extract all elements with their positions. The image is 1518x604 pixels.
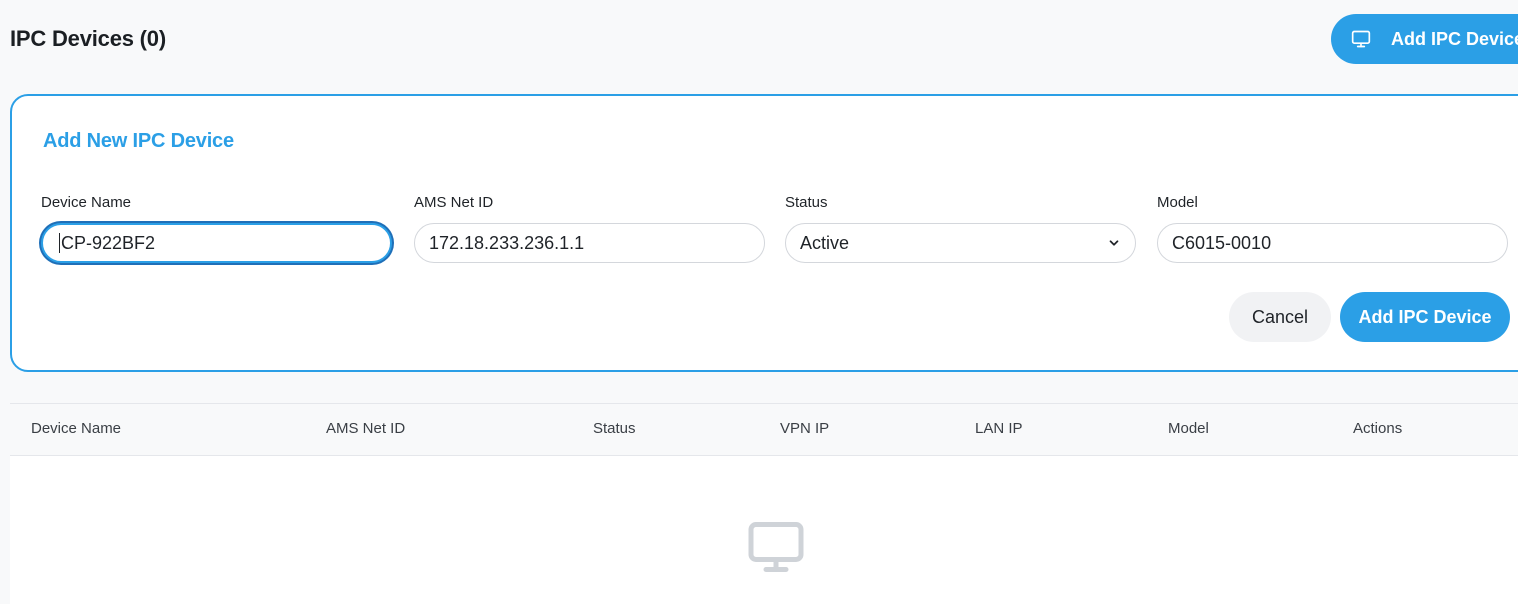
form-title: Add New IPC Device [43, 130, 234, 152]
ams-net-id-field: AMS Net ID 172.18.233.236.1.1 [414, 194, 765, 263]
model-field: Model C6015-0010 [1157, 194, 1508, 263]
monitor-icon [746, 517, 806, 577]
ams-net-id-value: 172.18.233.236.1.1 [429, 232, 585, 253]
add-ipc-device-header-button[interactable]: Add IPC Device [1331, 14, 1518, 64]
cancel-button[interactable]: Cancel [1229, 292, 1331, 342]
status-select[interactable]: Active [785, 223, 1136, 263]
column-header-model: Model [1168, 420, 1209, 437]
device-name-field: Device Name CP-922BF2 [41, 194, 392, 263]
chevron-down-icon [1107, 236, 1121, 250]
add-ipc-device-submit-button[interactable]: Add IPC Device [1340, 292, 1510, 342]
status-label: Status [785, 194, 828, 211]
model-value: C6015-0010 [1172, 232, 1272, 253]
ams-net-id-input[interactable]: 172.18.233.236.1.1 [414, 223, 765, 263]
add-device-form: Add New IPC Device Device Name CP-922BF2… [10, 94, 1518, 372]
page-title: IPC Devices (0) [10, 26, 166, 51]
add-ipc-device-header-label: Add IPC Device [1391, 28, 1518, 49]
text-caret [59, 233, 60, 253]
column-header-lan-ip: LAN IP [975, 420, 1023, 437]
model-label: Model [1157, 194, 1198, 211]
status-value: Active [800, 232, 850, 253]
column-header-actions: Actions [1353, 420, 1403, 437]
column-header-status: Status [593, 420, 636, 437]
devices-table: Device Name AMS Net ID Status VPN IP LAN… [10, 403, 1518, 604]
model-input[interactable]: C6015-0010 [1157, 223, 1508, 263]
ams-net-id-label: AMS Net ID [414, 194, 494, 211]
table-header-row: Device Name AMS Net ID Status VPN IP LAN… [10, 404, 1518, 456]
column-header-vpn-ip: VPN IP [780, 420, 830, 437]
device-name-label: Device Name [41, 194, 132, 211]
column-header-ams-net-id: AMS Net ID [326, 420, 406, 437]
monitor-icon [1351, 29, 1371, 49]
column-header-device-name: Device Name [31, 420, 122, 437]
device-name-value: CP-922BF2 [61, 232, 156, 253]
device-name-input[interactable]: CP-922BF2 [41, 223, 392, 263]
status-field: Status Active [785, 194, 1136, 263]
